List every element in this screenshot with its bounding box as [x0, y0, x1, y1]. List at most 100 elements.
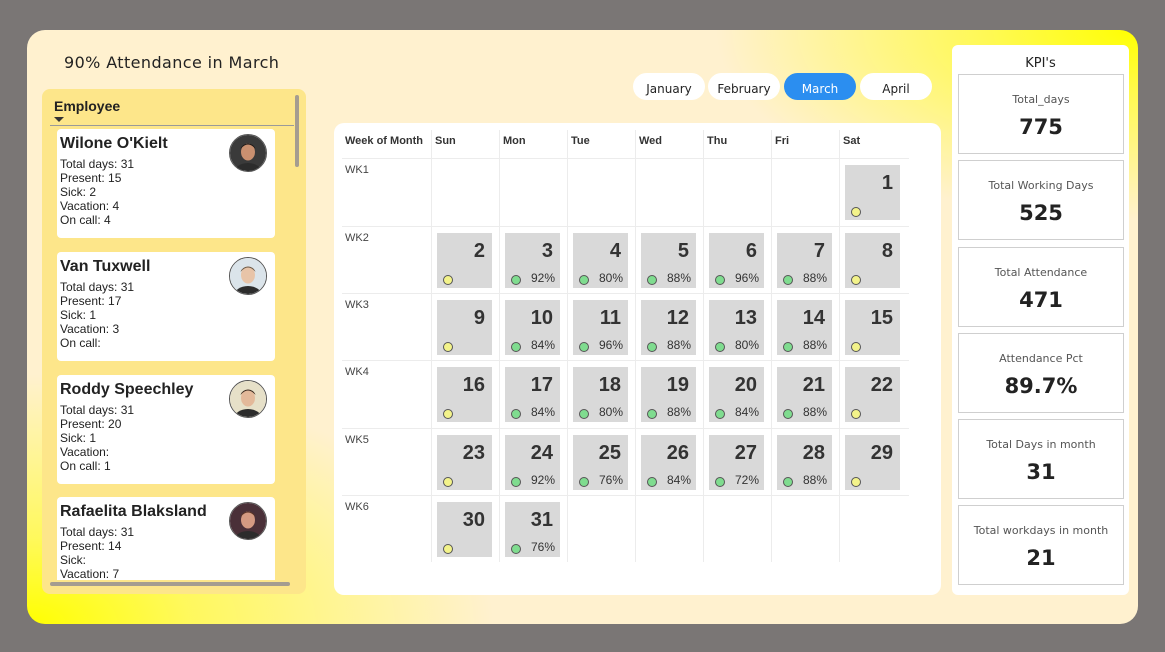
day-number: 30	[462, 509, 485, 531]
status-dot-icon	[443, 409, 453, 419]
employee-stat: Present: 17	[60, 294, 122, 308]
day-number: 9	[473, 307, 485, 329]
attendance-pct: 72%	[735, 473, 760, 487]
day-number: 2	[473, 240, 485, 262]
calendar-day[interactable]: 8	[845, 233, 900, 288]
attendance-pct: 88%	[667, 271, 692, 285]
attendance-pct: 88%	[803, 338, 828, 352]
employee-stat: On call: 1	[60, 459, 111, 473]
calendar-day[interactable]: 20 84%	[709, 367, 764, 422]
tab-february[interactable]: February	[708, 73, 780, 100]
weekday-header: Fri	[775, 135, 790, 147]
kpi-value: 89.7%	[1004, 374, 1078, 398]
column-divider	[839, 130, 840, 562]
day-number: 11	[599, 307, 621, 329]
calendar-day[interactable]: 15	[845, 300, 900, 355]
calendar-day[interactable]: 30	[437, 502, 492, 557]
calendar-day[interactable]: 5 88%	[641, 233, 696, 288]
employee-card[interactable]: Van Tuxwell Total days: 31 Present: 17 Sick…	[57, 252, 275, 361]
calendar-day[interactable]: 21 88%	[777, 367, 832, 422]
status-dot-icon	[579, 342, 589, 352]
calendar-day[interactable]: 13 80%	[709, 300, 764, 355]
kpi-card: Attendance Pct 89.7%	[958, 333, 1124, 413]
status-dot-icon	[715, 477, 725, 487]
kpi-label: Total_days	[1012, 93, 1070, 106]
employee-stat: Total days: 31	[60, 157, 135, 171]
status-dot-icon	[647, 342, 657, 352]
employee-stat: Sick: 2	[60, 185, 97, 199]
kpi-card: Total_days 775	[958, 74, 1124, 154]
kpi-label: Total workdays in month	[973, 524, 1109, 537]
calendar-day[interactable]: 23	[437, 435, 492, 490]
calendar-day[interactable]: 1	[845, 165, 900, 220]
calendar-day[interactable]: 28 88%	[777, 435, 832, 490]
day-number: 21	[802, 374, 825, 396]
attendance-pct: 92%	[531, 271, 556, 285]
calendar-day[interactable]: 25 76%	[573, 435, 628, 490]
attendance-pct: 84%	[735, 405, 760, 419]
status-dot-icon	[511, 409, 521, 419]
avatar	[229, 134, 267, 172]
day-number: 5	[677, 240, 689, 262]
day-number: 29	[870, 442, 893, 464]
kpi-card: Total Attendance 471	[958, 247, 1124, 327]
attendance-pct: 76%	[531, 540, 556, 554]
calendar-day[interactable]: 2	[437, 233, 492, 288]
calendar-day[interactable]: 10 84%	[505, 300, 560, 355]
employee-name: Rafaelita Blaksland	[60, 503, 207, 520]
vertical-scrollbar[interactable]	[295, 95, 299, 167]
kpi-label: Total Days in month	[986, 438, 1096, 451]
calendar-day[interactable]: 16	[437, 367, 492, 422]
tab-january[interactable]: January	[633, 73, 705, 100]
calendar-day[interactable]: 29	[845, 435, 900, 490]
attendance-pct: 80%	[735, 338, 760, 352]
calendar-day[interactable]: 3 92%	[505, 233, 560, 288]
employee-card[interactable]: Wilone O'Kielt Total days: 31 Present: 15 S…	[57, 129, 275, 238]
attendance-pct: 96%	[735, 271, 760, 285]
column-divider	[567, 130, 568, 562]
status-dot-icon	[715, 342, 725, 352]
header-divider	[50, 125, 294, 126]
status-dot-icon	[511, 477, 521, 487]
calendar-day[interactable]: 11 96%	[573, 300, 628, 355]
week-label: WK3	[345, 299, 369, 311]
calendar-day[interactable]: 24 92%	[505, 435, 560, 490]
status-dot-icon	[851, 342, 861, 352]
day-number: 24	[530, 442, 553, 464]
row-divider	[342, 158, 909, 159]
calendar-day[interactable]: 6 96%	[709, 233, 764, 288]
horizontal-scrollbar[interactable]	[50, 582, 290, 586]
day-number: 4	[609, 240, 621, 262]
employee-stat: Present: 15	[60, 171, 122, 185]
calendar-day[interactable]: 19 88%	[641, 367, 696, 422]
attendance-pct: 80%	[599, 271, 624, 285]
status-dot-icon	[783, 409, 793, 419]
employee-card[interactable]: Roddy Speechley Total days: 31 Present: 20…	[57, 375, 275, 484]
calendar-day[interactable]: 18 80%	[573, 367, 628, 422]
calendar-day[interactable]: 9	[437, 300, 492, 355]
attendance-pct: 88%	[803, 271, 828, 285]
week-label: WK1	[345, 164, 369, 176]
calendar-day[interactable]: 4 80%	[573, 233, 628, 288]
calendar-day[interactable]: 26 84%	[641, 435, 696, 490]
calendar-day[interactable]: 27 72%	[709, 435, 764, 490]
employee-card[interactable]: Rafaelita Blaksland Total days: 31 Present…	[57, 497, 275, 580]
avatar	[229, 380, 267, 418]
day-number: 15	[870, 307, 893, 329]
employee-name: Roddy Speechley	[60, 381, 194, 398]
calendar-day[interactable]: 17 84%	[505, 367, 560, 422]
employee-list: Wilone O'Kielt Total days: 31 Present: 15 S…	[57, 129, 275, 580]
kpi-value: 21	[1026, 546, 1056, 570]
status-dot-icon	[579, 477, 589, 487]
employee-stat: Vacation: 4	[60, 199, 120, 213]
chevron-down-icon[interactable]	[54, 117, 64, 122]
kpi-card: Total workdays in month 21	[958, 505, 1124, 585]
calendar-day[interactable]: 12 88%	[641, 300, 696, 355]
calendar-day[interactable]: 31 76%	[505, 502, 560, 557]
day-number: 10	[530, 307, 553, 329]
tab-march[interactable]: March	[784, 73, 856, 100]
tab-april[interactable]: April	[860, 73, 932, 100]
calendar-day[interactable]: 7 88%	[777, 233, 832, 288]
calendar-day[interactable]: 14 88%	[777, 300, 832, 355]
calendar-day[interactable]: 22	[845, 367, 900, 422]
